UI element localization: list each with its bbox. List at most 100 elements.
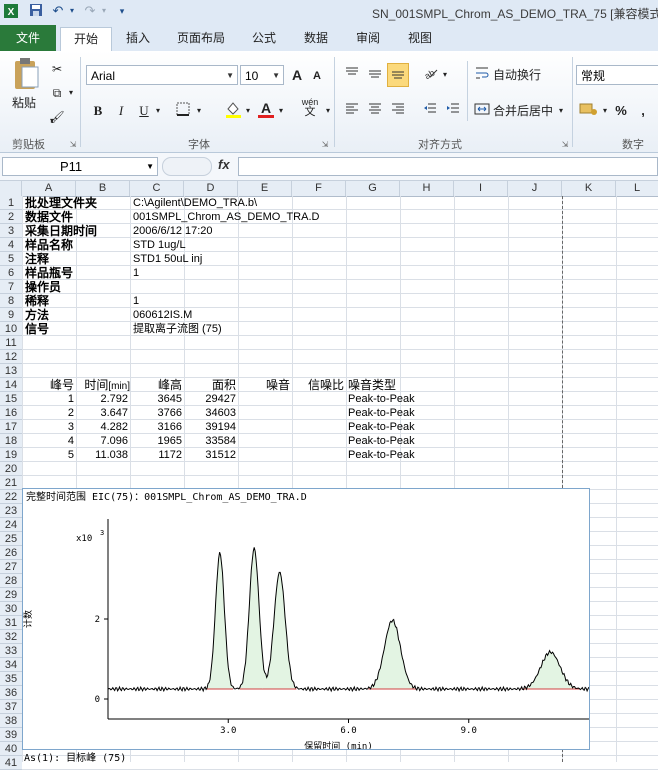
fill-color-icon[interactable]: [222, 99, 244, 119]
tab-home[interactable]: 开始: [60, 27, 112, 51]
clipboard-launcher-icon[interactable]: ⇲: [68, 135, 78, 155]
insert-function-icon[interactable]: fx: [218, 157, 230, 172]
shrink-font-button[interactable]: A: [310, 66, 324, 86]
tab-view[interactable]: 视图: [402, 27, 438, 50]
column-header-e[interactable]: E: [238, 181, 292, 196]
info-value[interactable]: 提取离子流图 (75): [133, 322, 222, 336]
row-header[interactable]: 4: [0, 238, 22, 252]
column-header-j[interactable]: J: [508, 181, 562, 196]
merge-center-icon[interactable]: [473, 101, 491, 121]
accounting-dropdown-icon[interactable]: ▾: [600, 101, 610, 121]
peak-cell-noise-type[interactable]: Peak-to-Peak: [348, 420, 418, 434]
merge-center-dropdown-icon[interactable]: ▾: [556, 101, 566, 121]
align-left-icon[interactable]: [342, 101, 362, 121]
row-header[interactable]: 2: [0, 210, 22, 224]
align-right-icon[interactable]: [388, 101, 408, 121]
info-value[interactable]: STD1 50uL inj: [133, 252, 202, 266]
info-value[interactable]: C:\Agilent\DEMO_TRA.b\: [133, 196, 257, 210]
peak-table-header-snr[interactable]: 信噪比: [292, 378, 344, 392]
peak-cell-no[interactable]: 1: [22, 392, 74, 406]
borders-icon[interactable]: [172, 101, 194, 121]
merge-center-button[interactable]: 合并后居中: [493, 101, 555, 121]
column-header-g[interactable]: G: [346, 181, 400, 196]
row-header[interactable]: 8: [0, 294, 22, 308]
select-all-corner[interactable]: [0, 181, 22, 196]
column-header-d[interactable]: D: [184, 181, 238, 196]
row-header[interactable]: 40: [0, 742, 22, 756]
info-value[interactable]: STD 1ug/L: [133, 238, 186, 252]
row-header[interactable]: 24: [0, 518, 22, 532]
row-header[interactable]: 16: [0, 406, 22, 420]
row-header[interactable]: 27: [0, 560, 22, 574]
info-label[interactable]: 批处理文件夹: [25, 196, 97, 210]
peak-table-header-height[interactable]: 峰高: [130, 378, 182, 392]
row-header[interactable]: 19: [0, 448, 22, 462]
formula-bar-splitter[interactable]: [162, 157, 212, 176]
row-header[interactable]: 41: [0, 756, 22, 770]
font-color-icon[interactable]: A: [256, 99, 276, 119]
peak-cell-noise-type[interactable]: Peak-to-Peak: [348, 448, 418, 462]
peak-table-header-area[interactable]: 面积: [184, 378, 236, 392]
tab-insert[interactable]: 插入: [120, 27, 156, 50]
percent-button[interactable]: %: [613, 101, 629, 121]
tab-data[interactable]: 数据: [298, 27, 334, 50]
phonetic-guide-button[interactable]: wén 文: [297, 97, 323, 118]
tab-page-layout[interactable]: 页面布局: [170, 27, 232, 50]
column-header-f[interactable]: F: [292, 181, 346, 196]
peak-cell-rt[interactable]: 3.647: [76, 406, 128, 420]
name-box[interactable]: P11 ▼: [2, 157, 158, 176]
row-header[interactable]: 31: [0, 616, 22, 630]
borders-dropdown-icon[interactable]: ▾: [194, 101, 204, 121]
italic-button[interactable]: I: [113, 101, 129, 121]
copy-dropdown-icon[interactable]: ▾: [66, 83, 76, 103]
align-bottom-icon[interactable]: [387, 63, 409, 87]
peak-cell-noise-type[interactable]: Peak-to-Peak: [348, 392, 418, 406]
wrap-text-button[interactable]: 自动换行: [493, 65, 545, 85]
row-header[interactable]: 11: [0, 336, 22, 350]
column-header-c[interactable]: C: [130, 181, 184, 196]
column-header-b[interactable]: B: [76, 181, 130, 196]
row-header[interactable]: 14: [0, 378, 22, 392]
undo-dropdown-icon[interactable]: ▾: [64, 3, 80, 19]
peak-cell-area[interactable]: 29427: [184, 392, 236, 406]
formula-input[interactable]: [238, 157, 658, 176]
row-header[interactable]: 26: [0, 546, 22, 560]
peak-cell-area[interactable]: 31512: [184, 448, 236, 462]
paste-button[interactable]: 粘贴: [6, 93, 42, 113]
peak-cell-height[interactable]: 3645: [130, 392, 182, 406]
info-label[interactable]: 操作员: [25, 280, 61, 294]
row-header[interactable]: 37: [0, 700, 22, 714]
info-value[interactable]: 060612IS.M: [133, 308, 192, 322]
row-header[interactable]: 25: [0, 532, 22, 546]
row-header[interactable]: 36: [0, 686, 22, 700]
grow-font-button[interactable]: A: [289, 65, 305, 85]
tab-review[interactable]: 审阅: [350, 27, 386, 50]
row-header[interactable]: 39: [0, 728, 22, 742]
bold-button[interactable]: B: [90, 101, 106, 121]
row-header[interactable]: 6: [0, 266, 22, 280]
peak-cell-area[interactable]: 33584: [184, 434, 236, 448]
underline-dropdown-icon[interactable]: ▾: [153, 101, 163, 121]
row-header[interactable]: 28: [0, 574, 22, 588]
peak-cell-height[interactable]: 3766: [130, 406, 182, 420]
row-header[interactable]: 5: [0, 252, 22, 266]
tab-formulas[interactable]: 公式: [246, 27, 282, 50]
info-label[interactable]: 注释: [25, 252, 49, 266]
font-launcher-icon[interactable]: ⇲: [320, 135, 330, 155]
row-header[interactable]: 7: [0, 280, 22, 294]
save-icon[interactable]: [28, 3, 44, 19]
row-header[interactable]: 38: [0, 714, 22, 728]
info-label[interactable]: 数据文件: [25, 210, 73, 224]
row-header[interactable]: 33: [0, 644, 22, 658]
row-header[interactable]: 15: [0, 392, 22, 406]
cut-icon[interactable]: ✂: [48, 59, 66, 79]
align-top-icon[interactable]: [342, 65, 362, 85]
row-header[interactable]: 29: [0, 588, 22, 602]
peak-table-header-no[interactable]: 峰号: [22, 378, 74, 392]
row-header[interactable]: 21: [0, 476, 22, 490]
customize-toolbar-icon[interactable]: ▾: [114, 3, 130, 19]
underline-button[interactable]: U: [136, 101, 152, 121]
peak-cell-area[interactable]: 34603: [184, 406, 236, 420]
column-header-i[interactable]: I: [454, 181, 508, 196]
row-header[interactable]: 12: [0, 350, 22, 364]
